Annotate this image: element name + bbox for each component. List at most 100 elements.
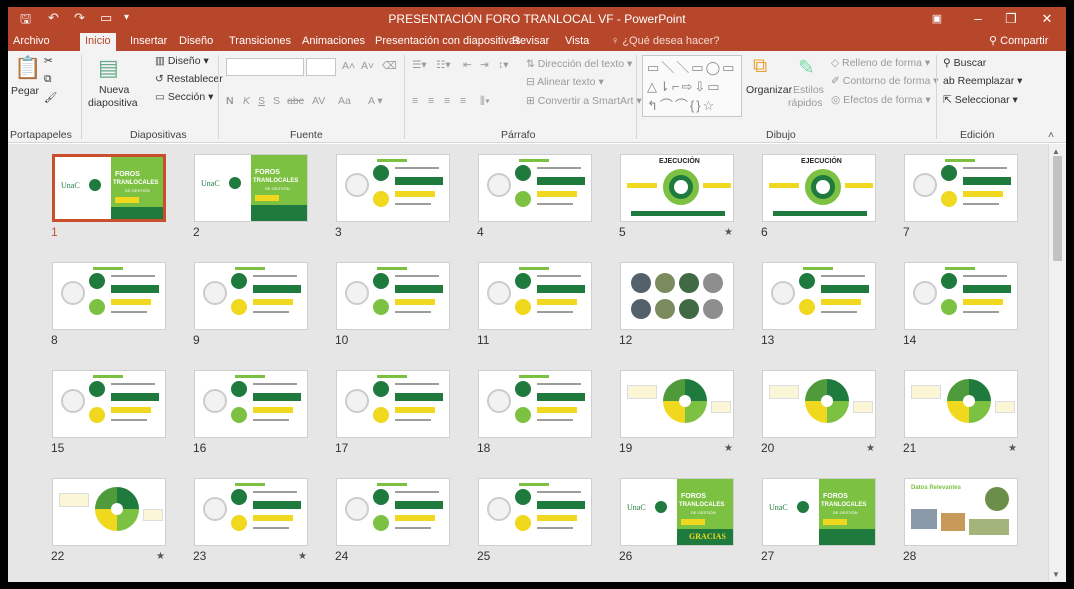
quick-styles-label-2[interactable]: rápidos bbox=[788, 97, 822, 109]
shape-outline-button[interactable]: ✐ Contorno de forma ▾ bbox=[831, 75, 939, 87]
replace-button[interactable]: ab Reemplazar ▾ bbox=[943, 75, 1022, 87]
slide-thumbnail-13[interactable] bbox=[762, 262, 876, 330]
slide-thumbnail-19[interactable] bbox=[620, 370, 734, 438]
quick-styles-label-1[interactable]: Estilos bbox=[793, 84, 824, 96]
bullets-icon[interactable]: ☰▾ bbox=[412, 59, 427, 71]
ribbon-display-options-icon[interactable]: ▣ bbox=[920, 7, 954, 31]
slide-header-mark bbox=[235, 483, 265, 486]
tell-me-box[interactable]: ♀ ¿Qué desea hacer? bbox=[606, 33, 725, 51]
grow-font-icon[interactable]: A˄ bbox=[342, 60, 355, 72]
slide-thumbnail-23[interactable] bbox=[194, 478, 308, 546]
slide-thumbnail-5[interactable]: EJECUCIÓN bbox=[620, 154, 734, 222]
slide-thumbnail-18[interactable] bbox=[478, 370, 592, 438]
format-painter-icon[interactable]: 🖌 bbox=[44, 91, 57, 104]
tab-vista[interactable]: Vista bbox=[560, 33, 594, 51]
shapes-gallery[interactable]: ▭＼＼▭◯▭ △⇂⌐⇨⇩▭ ↰⌒⌒{}☆ bbox=[642, 55, 742, 117]
tab-presentacion[interactable]: Presentación con diapositivas bbox=[370, 33, 526, 51]
slide-thumbnail-12[interactable] bbox=[620, 262, 734, 330]
slide-thumbnail-26[interactable]: UnaC FOROS TRANLOCALES DE GESTIÓN GRACIAS bbox=[620, 478, 734, 546]
collapse-ribbon-icon[interactable]: ˄ bbox=[1048, 129, 1054, 141]
paste-icon[interactable]: 📋 bbox=[14, 55, 41, 81]
align-text-button[interactable]: ⊟ Alinear texto ▾ bbox=[526, 76, 604, 88]
slide-thumbnail-3[interactable] bbox=[336, 154, 450, 222]
scroll-up-icon[interactable]: ▲ bbox=[1052, 147, 1060, 156]
share-button[interactable]: ⚲ Compartir bbox=[984, 33, 1053, 51]
text-direction-button[interactable]: ⇅ Dirección del texto ▾ bbox=[526, 58, 632, 70]
align-center-icon[interactable]: ≡ bbox=[428, 95, 434, 107]
slide-thumbnail-21[interactable] bbox=[904, 370, 1018, 438]
new-slide-label-1[interactable]: Nueva bbox=[99, 84, 129, 96]
scroll-thumb[interactable] bbox=[1053, 156, 1062, 261]
new-slide-label-2[interactable]: diapositiva bbox=[88, 97, 138, 109]
line-spacing-icon[interactable]: ↕▾ bbox=[498, 59, 509, 71]
slide-thumbnail-20[interactable] bbox=[762, 370, 876, 438]
slide-thumbnail-2[interactable]: UnaC FOROS TRANLOCALES DE GESTIÓN bbox=[194, 154, 308, 222]
vertical-scrollbar[interactable]: ▲ ▼ bbox=[1048, 144, 1066, 582]
slide-thumbnail-22[interactable] bbox=[52, 478, 166, 546]
slide-thumbnail-14[interactable] bbox=[904, 262, 1018, 330]
slide-line-1 bbox=[253, 383, 297, 385]
shape-effects-button[interactable]: ◎ Efectos de forma ▾ bbox=[831, 94, 931, 106]
shape-fill-button[interactable]: ◇ Relleno de forma ▾ bbox=[831, 57, 930, 69]
slide-yellow-shape bbox=[255, 195, 279, 201]
slide-thumbnail-15[interactable] bbox=[52, 370, 166, 438]
slide-thumbnail-16[interactable] bbox=[194, 370, 308, 438]
slide-thumbnail-24[interactable] bbox=[336, 478, 450, 546]
increase-indent-icon[interactable]: ⇥ bbox=[480, 59, 489, 71]
justify-icon[interactable]: ≡ bbox=[460, 95, 466, 107]
minimize-button[interactable]: – bbox=[961, 7, 995, 31]
select-button[interactable]: ⇱ Seleccionar ▾ bbox=[943, 94, 1018, 106]
section-button[interactable]: ▭ Sección ▾ bbox=[155, 91, 213, 103]
quick-styles-icon[interactable]: ✎ bbox=[798, 55, 815, 80]
font-size-input[interactable] bbox=[306, 58, 336, 76]
slide-thumbnail-9[interactable] bbox=[194, 262, 308, 330]
slide-thumbnail-1[interactable]: UnaC FOROS TRANLOCALES DE GESTIÓN bbox=[52, 154, 166, 222]
paste-button[interactable]: Pegar bbox=[11, 85, 39, 97]
arrange-button[interactable]: Organizar bbox=[746, 84, 792, 96]
tab-insertar[interactable]: Insertar bbox=[125, 33, 172, 51]
reset-button[interactable]: ↺ Restablecer bbox=[155, 73, 223, 85]
tab-inicio[interactable]: Inicio bbox=[80, 33, 116, 51]
numbering-icon[interactable]: ☷▾ bbox=[436, 59, 451, 71]
slide-thumbnail-8[interactable] bbox=[52, 262, 166, 330]
clear-formatting-icon[interactable]: ⌫ bbox=[382, 60, 397, 72]
shrink-font-icon[interactable]: A˅ bbox=[361, 60, 374, 72]
smartart-button[interactable]: ⊞ Convertir a SmartArt ▾ bbox=[526, 95, 642, 107]
columns-icon[interactable]: ⫼▾ bbox=[480, 95, 490, 108]
align-right-icon[interactable]: ≡ bbox=[444, 95, 450, 107]
underline-button[interactable]: S bbox=[258, 95, 265, 107]
tab-diseno[interactable]: Diseño bbox=[174, 33, 218, 51]
slide-thumbnail-10[interactable] bbox=[336, 262, 450, 330]
slide-thumbnail-7[interactable] bbox=[904, 154, 1018, 222]
slide-thumbnail-6[interactable]: EJECUCIÓN bbox=[762, 154, 876, 222]
decrease-indent-icon[interactable]: ⇤ bbox=[463, 59, 472, 71]
shadow-button[interactable]: S bbox=[273, 95, 280, 107]
cut-icon[interactable]: ✂ bbox=[44, 55, 53, 67]
arrange-icon[interactable]: ⧉ bbox=[753, 55, 767, 78]
copy-icon[interactable]: ⧉ bbox=[44, 73, 52, 86]
slide-thumbnail-27[interactable]: UnaC FOROS TRANLOCALES DE GESTIÓN bbox=[762, 478, 876, 546]
tab-archivo[interactable]: Archivo bbox=[8, 33, 55, 51]
new-slide-icon[interactable]: ▤ bbox=[98, 55, 119, 81]
scroll-down-icon[interactable]: ▼ bbox=[1052, 570, 1060, 579]
strikethrough-button[interactable]: abc bbox=[287, 95, 304, 107]
layout-button[interactable]: ▥ Diseño ▾ bbox=[155, 55, 209, 67]
tab-revisar[interactable]: Revisar bbox=[507, 33, 554, 51]
slide-thumbnail-28[interactable]: Datos Relevantes bbox=[904, 478, 1018, 546]
font-name-input[interactable] bbox=[226, 58, 304, 76]
slide-thumbnail-11[interactable] bbox=[478, 262, 592, 330]
spacing-button[interactable]: AV bbox=[312, 95, 325, 107]
change-case-button[interactable]: Aa bbox=[338, 95, 351, 107]
tab-transiciones[interactable]: Transiciones bbox=[224, 33, 296, 51]
bold-button[interactable]: N bbox=[226, 95, 234, 107]
close-button[interactable]: ✕ bbox=[1030, 7, 1064, 31]
align-left-icon[interactable]: ≡ bbox=[412, 95, 418, 107]
font-color-icon[interactable]: A ▾ bbox=[368, 95, 383, 107]
find-button[interactable]: ⚲ Buscar bbox=[943, 57, 986, 69]
tab-animaciones[interactable]: Animaciones bbox=[297, 33, 370, 51]
slide-thumbnail-25[interactable] bbox=[478, 478, 592, 546]
slide-thumbnail-17[interactable] bbox=[336, 370, 450, 438]
italic-button[interactable]: K bbox=[243, 95, 250, 107]
slide-thumbnail-4[interactable] bbox=[478, 154, 592, 222]
maximize-button[interactable]: ❐ bbox=[994, 7, 1028, 31]
